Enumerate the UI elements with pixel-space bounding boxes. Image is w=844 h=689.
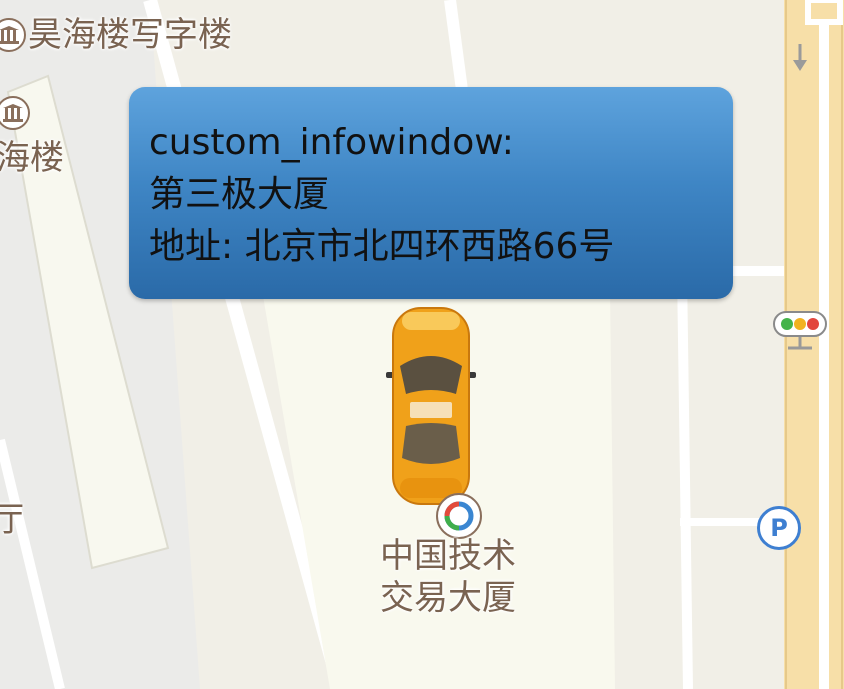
custom-infowindow[interactable]: custom_infowindow: 第三极大厦 地址: 北京市北四环西路66号 <box>129 87 733 299</box>
infowindow-place-name: 第三极大厦 <box>149 174 330 215</box>
highway-ramp <box>805 0 843 25</box>
poi-label-tech-center-line1[interactable]: 中国技术 <box>380 536 516 576</box>
infowindow-address: 地址: 北京市北四环西路66号 <box>149 226 615 267</box>
highway <box>784 0 844 689</box>
poi-label-partial[interactable]: 厅 <box>0 500 24 540</box>
infowindow-title: custom_infowindow: <box>149 122 514 163</box>
trade-center-icon[interactable] <box>436 493 482 539</box>
poi-label-haohai-office[interactable]: 昊海楼写字楼 <box>28 15 232 55</box>
taxi-car-marker[interactable] <box>386 307 476 505</box>
poi-label-tech-center-line2[interactable]: 交易大厦 <box>380 578 516 618</box>
road-vertical-right <box>677 269 693 689</box>
parking-icon[interactable]: P <box>757 506 801 550</box>
poi-label-haohai-building[interactable]: 海楼 <box>0 138 64 178</box>
